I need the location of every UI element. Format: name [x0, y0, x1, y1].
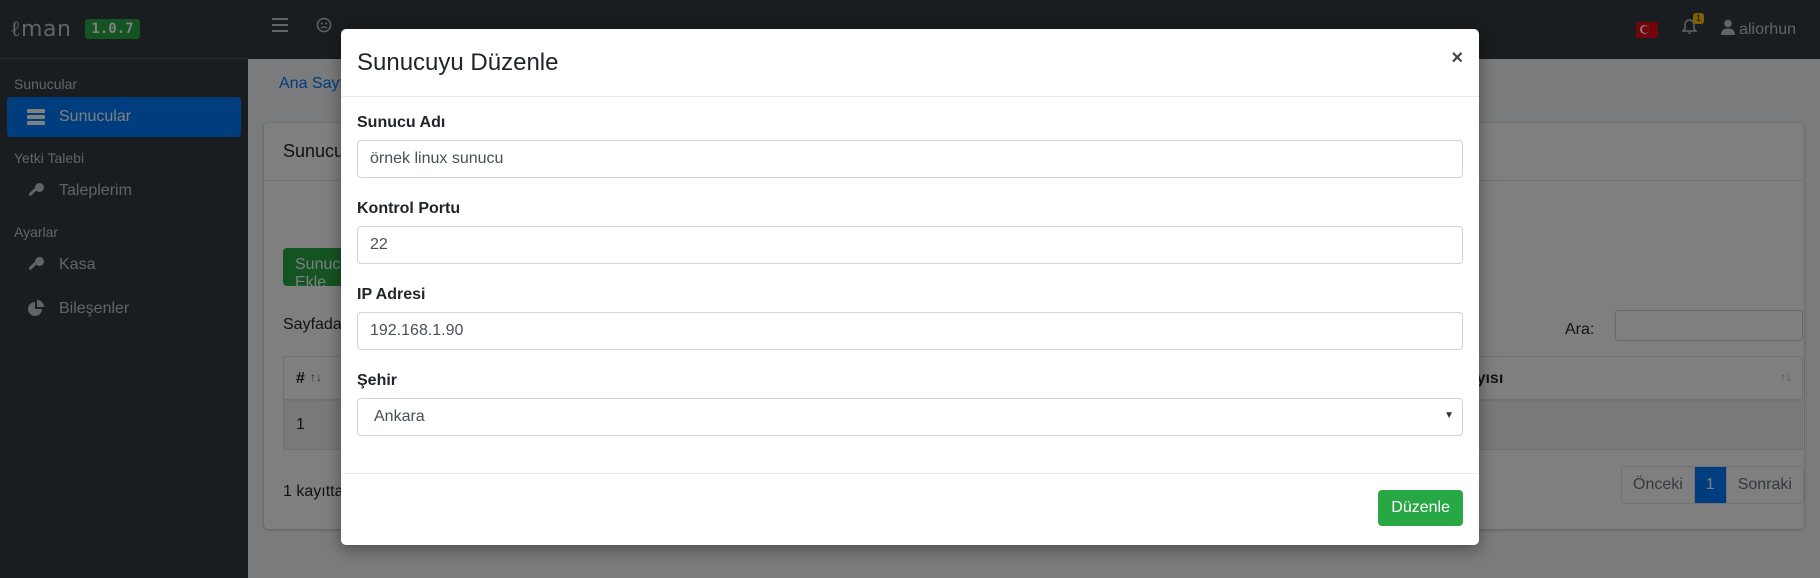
control-port-input[interactable]: 22 [357, 226, 1463, 264]
ip-address-input[interactable]: 192.168.1.90 [357, 312, 1463, 350]
edit-submit-button[interactable]: Düzenle [1378, 490, 1463, 526]
close-button[interactable]: × [1451, 47, 1463, 70]
ip-address-label: IP Adresi [357, 286, 426, 303]
modal-title: Sunucuyu Düzenle [357, 49, 559, 76]
edit-server-modal: Sunucuyu Düzenle × Sunucu Adı örnek linu… [341, 29, 1479, 545]
city-select[interactable]: Ankara ▼ [357, 398, 1463, 436]
city-label: Şehir [357, 372, 398, 389]
city-select-value: Ankara [374, 408, 425, 425]
chevron-down-icon: ▼ [1444, 410, 1454, 421]
modal-footer: Düzenle [341, 473, 1479, 545]
modal-header: Sunucuyu Düzenle × [341, 29, 1479, 97]
server-name-label: Sunucu Adı [357, 114, 446, 131]
control-port-label: Kontrol Portu [357, 200, 461, 217]
server-name-input[interactable]: örnek linux sunucu [357, 140, 1463, 178]
